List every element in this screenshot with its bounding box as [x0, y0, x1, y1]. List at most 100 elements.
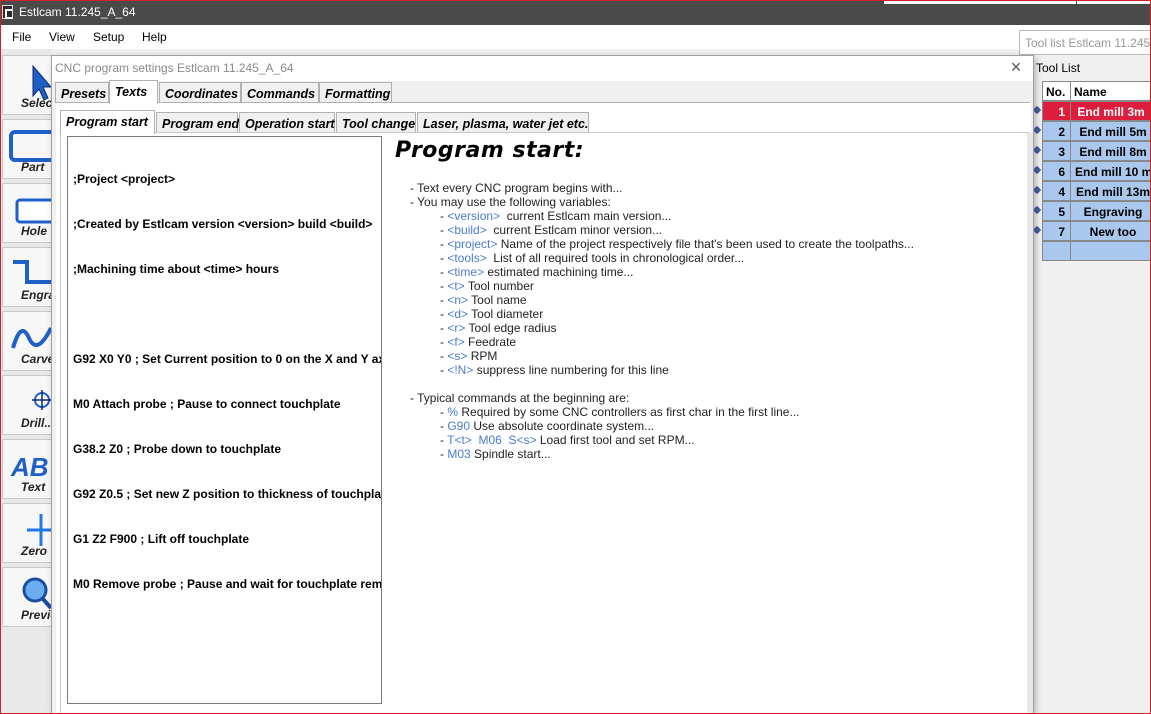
left-toolbar: Select Part Hole Engrave Carve Drill.. A… [0, 49, 68, 714]
row-pencil-icon [1032, 185, 1042, 195]
table-row[interactable]: 3 End mill 8m [1032, 141, 1151, 161]
tool-number: 4 [1042, 181, 1070, 201]
table-row-empty[interactable] [1036, 241, 1151, 261]
command-token: G90 [447, 419, 471, 433]
editor-line: G1 Z2 F900 ; Lift off touchplate [73, 532, 250, 546]
tab-operation-start[interactable]: Operation start [239, 112, 335, 133]
tool-number: 6 [1042, 161, 1070, 181]
command-desc: Use absolute coordinate system... [473, 419, 655, 433]
editor-line: ;Created by Estlcam version <version> bu… [73, 217, 373, 231]
tool-drill-button[interactable]: Drill.. [2, 375, 52, 435]
menu-help[interactable]: Help [142, 30, 167, 44]
variable-desc: RPM [470, 349, 498, 363]
row-pencil-icon [1032, 205, 1042, 215]
variable-token: <!N> [447, 363, 474, 377]
help-variable-line: - <t> Tool number [440, 279, 534, 293]
command-desc: Load first tool and set RPM... [539, 433, 695, 447]
tool-name: End mill 5m [1070, 121, 1151, 141]
tool-name: Engraving [1070, 201, 1151, 221]
variable-desc: Tool edge radius [468, 321, 557, 335]
editor-line: ;Project <project> [73, 172, 176, 186]
svg-text:AB: AB [10, 452, 49, 482]
program-start-text-editor[interactable]: ;Project <project> ;Created by Estlcam v… [67, 136, 382, 704]
help-intro-line: - You may use the following variables: [410, 195, 611, 209]
help-variable-line: - <s> RPM [440, 349, 498, 363]
help-variable-line: - <version> current Estlcam main version… [440, 209, 672, 223]
table-row[interactable]: 2 End mill 5m [1032, 121, 1151, 141]
variable-desc: suppress line numbering for this line [476, 363, 669, 377]
tool-carve-label: Carve [21, 352, 55, 366]
help-variable-line: - <d> Tool diameter [440, 307, 544, 321]
tool-list-window: Tool list Estlcam 11.245_ Tool List No. … [1019, 30, 1151, 714]
tool-zero-label: Zero [21, 544, 48, 558]
table-row[interactable]: 1 End mill 3m [1032, 101, 1151, 121]
tool-part-button[interactable]: Part [2, 119, 52, 179]
main-window-title: Estlcam 11.245_A_64 [19, 5, 136, 19]
main-titlebar[interactable]: Estlcam 11.245_A_64 [0, 0, 1151, 25]
close-icon[interactable]: × [1007, 58, 1025, 76]
tool-part-label: Part [21, 160, 45, 174]
tab-laser-plasma[interactable]: Laser, plasma, water jet etc. [417, 112, 589, 133]
variable-desc: Tool name [471, 293, 527, 307]
tool-preview-button[interactable]: Preview [2, 567, 66, 627]
tab-formatting[interactable]: Formatting [319, 82, 392, 103]
tab-tool-change[interactable]: Tool change [336, 112, 416, 133]
table-row[interactable]: 4 End mill 13m [1032, 181, 1151, 201]
menubar: File View Setup Help [0, 25, 1151, 49]
tab-presets[interactable]: Presets [55, 82, 109, 103]
tool-number: 1 [1042, 101, 1070, 121]
menu-setup[interactable]: Setup [93, 30, 124, 44]
dialog-title: CNC program settings Estlcam 11.245_A_64 [55, 61, 294, 75]
command-token: T<t> M06 S<s> [447, 433, 537, 447]
tab-commands[interactable]: Commands [241, 82, 319, 103]
tool-list-window-title[interactable]: Tool list Estlcam 11.245_ [1019, 30, 1151, 55]
titlebar-button-strip [884, 0, 1076, 4]
table-row[interactable]: 5 Engraving [1032, 201, 1151, 221]
tool-number-empty [1042, 241, 1070, 261]
tool-engrave-button[interactable]: Engrave [2, 247, 68, 307]
variable-desc: Name of the project respectively file th… [500, 237, 914, 251]
variable-token: <tools> [447, 251, 487, 265]
table-row[interactable]: 6 End mill 10 m [1032, 161, 1151, 181]
estlcam-app-icon [2, 5, 13, 19]
variable-desc: current Estlcam main version... [506, 209, 672, 223]
tool-text-button[interactable]: AB Text [2, 439, 52, 499]
variable-token: <d> [447, 307, 469, 321]
titlebar-button-strip-right [1077, 0, 1150, 4]
variable-desc: Tool diameter [471, 307, 544, 321]
command-desc: Required by some CNC controllers as firs… [461, 405, 800, 419]
tool-hole-label: Hole [21, 224, 48, 238]
column-header-no[interactable]: No. [1042, 81, 1070, 101]
tool-zero-button[interactable]: Zero [2, 503, 52, 563]
row-pencil-icon [1032, 125, 1042, 135]
tool-name: End mill 10 m [1070, 161, 1151, 181]
help-variable-line: - <build> current Estlcam minor version.… [440, 223, 663, 237]
variable-token: <project> [447, 237, 498, 251]
help-variable-line: - <project> Name of the project respecti… [440, 237, 914, 251]
help-typical-heading: - Typical commands at the beginning are: [410, 391, 630, 405]
dialog-edge-strip [1027, 133, 1033, 714]
column-header-name[interactable]: Name [1070, 81, 1151, 101]
variable-token: <f> [447, 335, 465, 349]
tab-texts[interactable]: Texts [109, 80, 158, 104]
tool-list-header: Tool List [1036, 61, 1081, 75]
tool-number: 2 [1042, 121, 1070, 141]
editor-line: G92 Z0.5 ; Set new Z position to thickne… [73, 487, 382, 501]
menu-file[interactable]: File [12, 30, 31, 44]
table-row[interactable]: 7 New too [1032, 221, 1151, 241]
variable-token: <build> [447, 223, 487, 237]
dialog-titlebar[interactable]: CNC program settings Estlcam 11.245_A_64… [52, 56, 1033, 81]
tool-hole-button[interactable]: Hole [2, 183, 52, 243]
tab-program-end[interactable]: Program end [156, 112, 239, 133]
tool-select-button[interactable]: Select [2, 55, 56, 115]
tab-coordinates[interactable]: Coordinates [159, 82, 241, 103]
tool-carve-button[interactable]: Carve [2, 311, 55, 371]
variable-desc: Feedrate [468, 335, 517, 349]
tool-number: 7 [1042, 221, 1070, 241]
variable-desc: List of all required tools in chronologi… [493, 251, 745, 265]
tab-program-start[interactable]: Program start [60, 110, 155, 134]
menu-view[interactable]: View [49, 30, 75, 44]
help-variable-line: - <n> Tool name [440, 293, 527, 307]
cnc-program-settings-dialog: CNC program settings Estlcam 11.245_A_64… [51, 55, 1034, 714]
command-desc: Spindle start... [474, 447, 551, 461]
